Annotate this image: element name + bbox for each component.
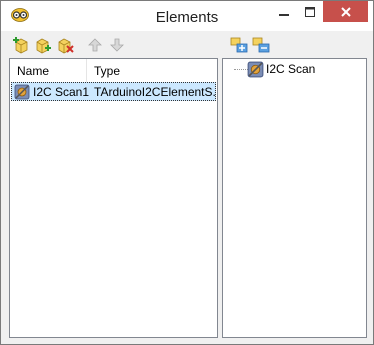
tree-node-label[interactable]: I2C Scan [266,62,315,76]
minimize-button[interactable] [271,1,297,22]
tree-collapse-icon[interactable] [252,36,270,54]
column-header-type[interactable]: Type [86,59,217,83]
i2c-scan-element-icon [14,84,30,100]
element-tree-panel[interactable]: I2C Scan [222,58,367,338]
row-type: TArduinoI2CElementS... [94,85,216,99]
close-icon [340,6,351,17]
add-child-element-icon[interactable] [34,36,52,54]
minimize-icon [279,13,289,16]
row-name: I2C Scan1 [33,85,90,99]
close-button[interactable] [323,1,368,22]
maximize-button[interactable] [297,1,323,22]
delete-element-icon[interactable] [56,36,74,54]
maximize-icon [305,6,315,17]
list-item[interactable]: I2C Scan1 TArduinoI2CElementS... [11,82,216,101]
arrow-up-icon[interactable] [86,36,104,54]
tree-expand-icon[interactable] [230,36,248,54]
element-list-panel[interactable]: Name Type I2C Scan1 TArduinoI2CElementS.… [9,58,218,338]
column-header-name[interactable]: Name [10,59,86,83]
tree-connector [234,69,248,70]
title-bar[interactable]: Elements [1,1,373,31]
elements-window: Elements Name Type I2C Scan1 TArduinoI2C… [0,0,374,345]
arrow-down-icon[interactable] [108,36,126,54]
i2c-scan-element-icon [247,61,264,78]
add-element-icon[interactable] [12,36,30,54]
